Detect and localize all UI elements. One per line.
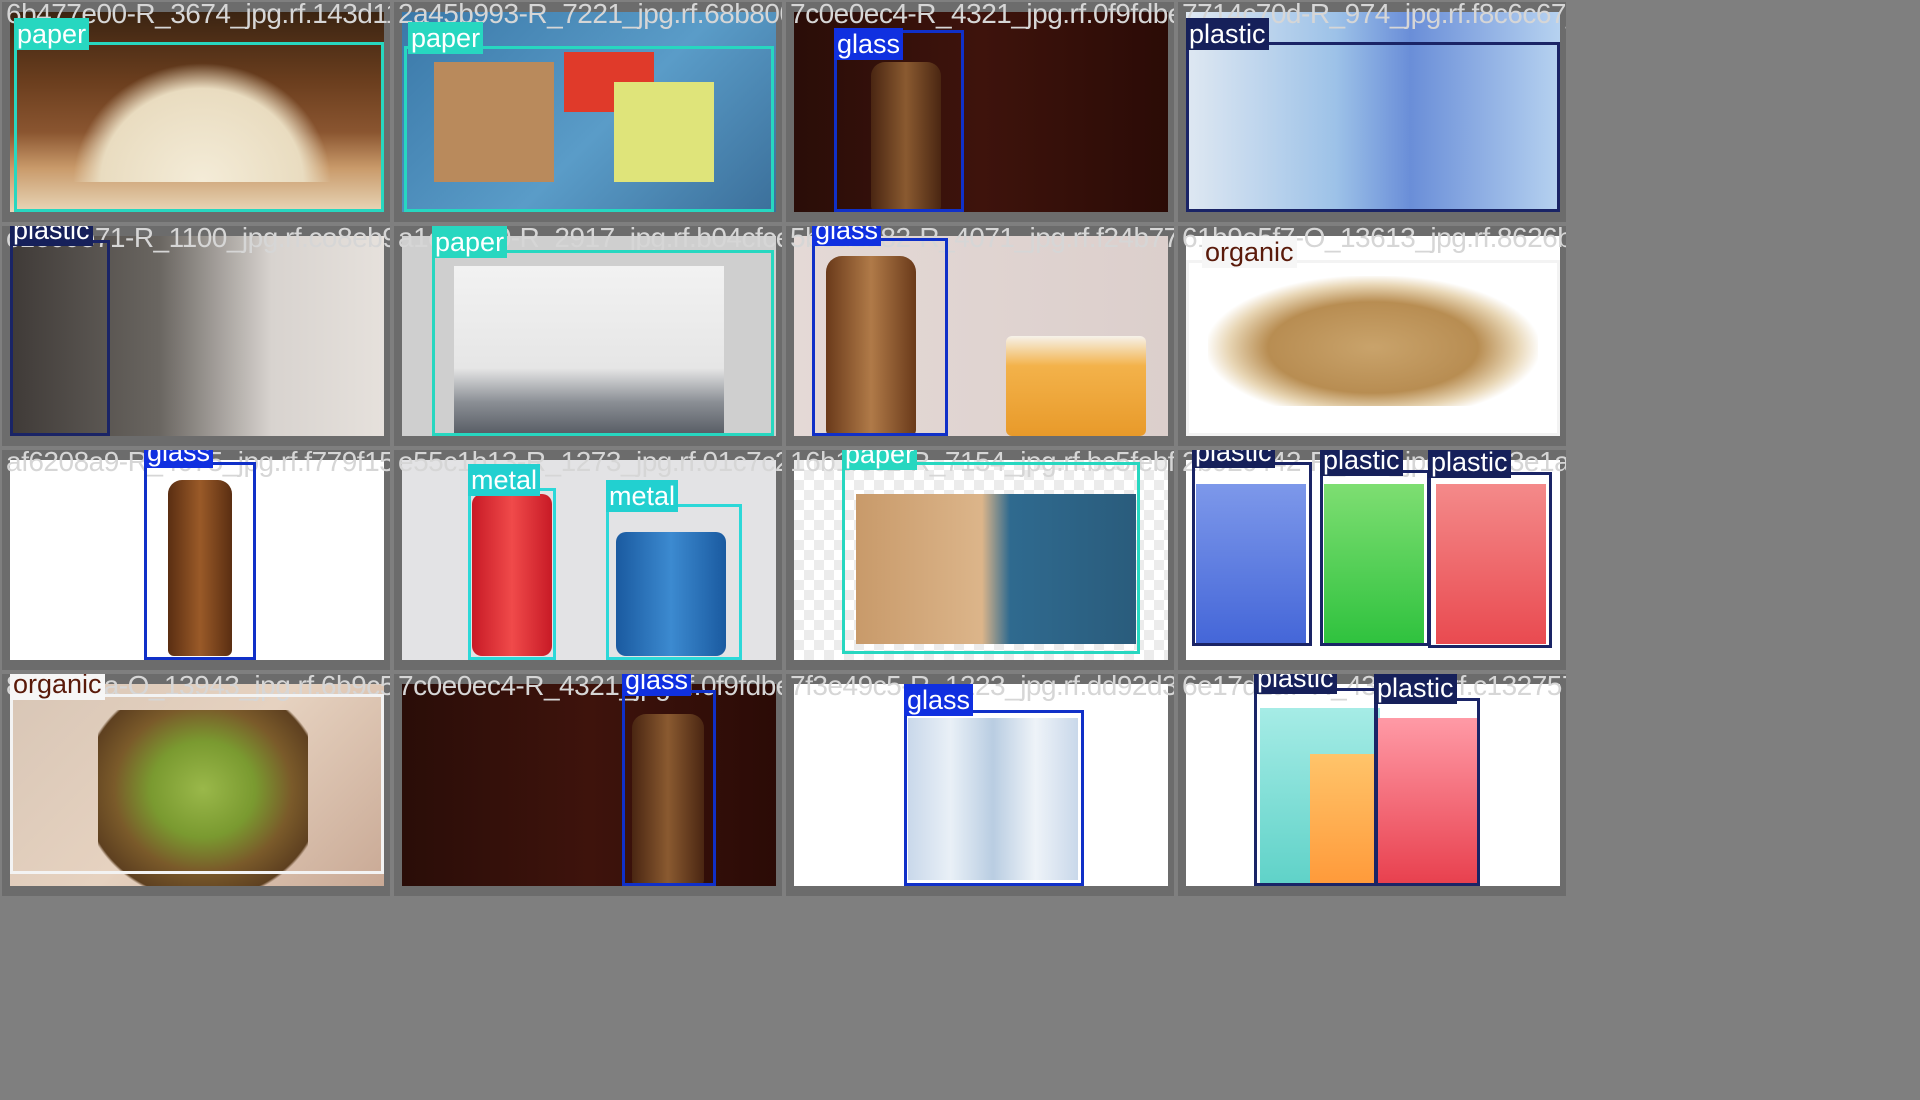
tile-4: 7714c70d-R_974_jpg.rf.f8c6c67_c7 plastic [1178, 2, 1566, 222]
tile-filename: 7f3e49c5-R_1223_jpg.rf.dd92d39d3c7c [790, 674, 1174, 701]
tile-5: c1e09e71-R_1100_jpg.rf.co8eb9d5812c plas… [2, 226, 390, 446]
detection-label: paper [14, 18, 90, 50]
tile-filename: 7c0e0ec4-R_4321_jpg.rf.0f9fdbe395bc [790, 2, 1174, 29]
beer-glass-shape [1006, 336, 1146, 436]
detection-label: paper [408, 22, 484, 54]
tile-11: 16b1f3c2-R_7154_jpg.rf.bc5febfaed2bb pap… [786, 450, 1174, 670]
detection-label: glass [622, 674, 692, 696]
detection-box [622, 690, 716, 886]
detection-box [1428, 472, 1552, 648]
detection-label: plastic [1186, 18, 1269, 50]
tile-3: 7c0e0ec4-R_4321_jpg.rf.0f9fdbe395bc glas… [786, 2, 1174, 222]
tile-8: 61b9e5f7-O_13613_jpg.rf.8626b075 organic [1178, 226, 1566, 446]
detection-label: paper [842, 450, 918, 470]
tile-14: 7c0e0ec4-R_4321_jpg.rf.0f9fdbe395bc glas… [394, 674, 782, 896]
detection-box [812, 238, 948, 436]
tile-7: 5b3d1a82-R_4071_jpg.rf.f24b7776996f glas… [786, 226, 1174, 446]
mosaic-root: { "tiles": [ {"filename": "6b477e00-R_36… [0, 0, 1920, 1100]
detection-label: metal [606, 480, 679, 512]
detection-box [1374, 698, 1480, 886]
detection-box [1186, 260, 1560, 436]
detection-label: plastic [1192, 450, 1275, 468]
tile-10: e55c1b13-R_1273_jpg.rf.01c7c2fa19e13 met… [394, 450, 782, 670]
tile-16: 6e17d2a7-R_439_jpg.rf.c1327572 plastic p… [1178, 674, 1566, 896]
detection-box [404, 46, 774, 212]
detection-box [432, 250, 774, 436]
detection-label: organic [1202, 236, 1297, 268]
tile-filename: 7c0e0ec4-R_4321_jpg.rf.0f9fdbe395bc [398, 674, 782, 701]
tile-6: a1e9f4b0-R_2917_jpg.rf.b04cfced32ff pape… [394, 226, 782, 446]
detection-box [904, 710, 1084, 886]
detection-box [10, 694, 384, 874]
detection-box [144, 462, 256, 660]
detection-label: glass [812, 226, 882, 246]
tile-13: 8f1b393a-O_13943_jpg.rf.6b9c5efd8c35 org… [2, 674, 390, 896]
detection-label: glass [834, 28, 904, 60]
detection-box [468, 488, 556, 660]
tile-filename: e55c1b13-R_1273_jpg.rf.01c7c2fa19e13 [398, 450, 782, 477]
detection-label: plastic [1374, 674, 1457, 704]
detection-label: plastic [10, 226, 93, 246]
detection-box [1254, 688, 1378, 886]
detection-label: plastic [1254, 674, 1337, 694]
detection-box [1320, 470, 1430, 646]
tile-2: 2a45b993-R_7221_jpg.rf.68b80054a7d35a77 … [394, 2, 782, 222]
detection-label: plastic [1320, 450, 1403, 476]
detection-label: organic [10, 674, 105, 700]
tile-1: 6b477e00-R_3674_jpg.rf.143d112579c1a4fe0… [2, 2, 390, 222]
detection-box [14, 42, 384, 212]
detection-box [1192, 462, 1312, 646]
detection-box [842, 462, 1140, 654]
tile-15: 7f3e49c5-R_1223_jpg.rf.dd92d39d3c7c glas… [786, 674, 1174, 896]
detection-box [1186, 42, 1560, 212]
detection-box [606, 504, 742, 660]
detection-label: paper [432, 226, 508, 258]
detection-label: metal [468, 464, 541, 496]
beer-photo [402, 684, 776, 886]
tile-12: 2b92c442-R_880_jpg.rf.f0a3e1a7d55 plasti… [1178, 450, 1566, 670]
tile-9: af6208a9-R_4075_jpg.rf.f779f15933c056 gl… [2, 450, 390, 670]
detection-box [10, 240, 110, 436]
detection-label: glass [144, 450, 214, 468]
detection-label: plastic [1428, 450, 1511, 478]
detection-label: glass [904, 684, 974, 716]
